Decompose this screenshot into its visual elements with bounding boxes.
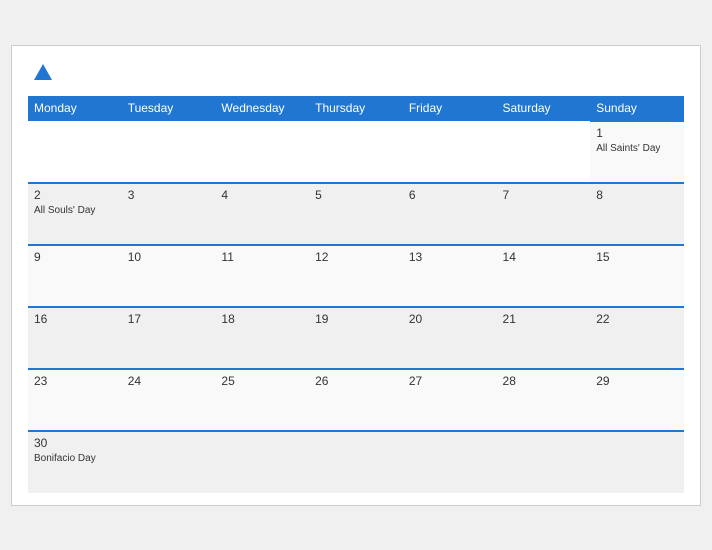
- day-number: 17: [128, 312, 210, 326]
- day-number: 23: [34, 374, 116, 388]
- day-number: 20: [409, 312, 491, 326]
- calendar-cell: [122, 121, 216, 183]
- calendar-cell: 30 Bonifacio Day: [28, 431, 122, 493]
- day-number: 18: [221, 312, 303, 326]
- calendar-grid: MondayTuesdayWednesdayThursdayFridaySatu…: [28, 96, 684, 493]
- weekday-header-saturday: Saturday: [497, 96, 591, 121]
- calendar-cell: [309, 431, 403, 493]
- weekday-header-row: MondayTuesdayWednesdayThursdayFridaySatu…: [28, 96, 684, 121]
- holiday-name: All Saints' Day: [596, 142, 678, 155]
- day-number: 24: [128, 374, 210, 388]
- day-number: 26: [315, 374, 397, 388]
- calendar-cell: 21: [497, 307, 591, 369]
- day-number: 30: [34, 436, 116, 450]
- calendar-cell: 16: [28, 307, 122, 369]
- calendar-cell: 2 All Souls' Day: [28, 183, 122, 245]
- day-number: 8: [596, 188, 678, 202]
- day-number: 1: [596, 126, 678, 140]
- calendar-cell: 14: [497, 245, 591, 307]
- calendar-container: MondayTuesdayWednesdayThursdayFridaySatu…: [11, 45, 701, 506]
- day-number: 9: [34, 250, 116, 264]
- day-number: 10: [128, 250, 210, 264]
- day-number: 3: [128, 188, 210, 202]
- calendar-cell: [403, 121, 497, 183]
- calendar-week-row: 30 Bonifacio Day: [28, 431, 684, 493]
- calendar-cell: 6: [403, 183, 497, 245]
- calendar-cell: [403, 431, 497, 493]
- day-number: 19: [315, 312, 397, 326]
- day-number: 16: [34, 312, 116, 326]
- weekday-header-wednesday: Wednesday: [215, 96, 309, 121]
- calendar-cell: 12: [309, 245, 403, 307]
- day-number: 25: [221, 374, 303, 388]
- logo-icon: [32, 62, 54, 84]
- calendar-cell: 26: [309, 369, 403, 431]
- logo: [28, 62, 54, 84]
- calendar-cell: 13: [403, 245, 497, 307]
- calendar-cell: [28, 121, 122, 183]
- calendar-cell: 9: [28, 245, 122, 307]
- calendar-cell: [309, 121, 403, 183]
- weekday-header-thursday: Thursday: [309, 96, 403, 121]
- calendar-cell: [590, 431, 684, 493]
- calendar-week-row: 16 17 18 19 20 21 22: [28, 307, 684, 369]
- calendar-cell: 19: [309, 307, 403, 369]
- calendar-cell: 23: [28, 369, 122, 431]
- holiday-name: Bonifacio Day: [34, 452, 116, 465]
- calendar-cell: 15: [590, 245, 684, 307]
- day-number: 4: [221, 188, 303, 202]
- calendar-cell: 7: [497, 183, 591, 245]
- calendar-cell: 10: [122, 245, 216, 307]
- day-number: 15: [596, 250, 678, 264]
- calendar-cell: 22: [590, 307, 684, 369]
- day-number: 13: [409, 250, 491, 264]
- weekday-header-sunday: Sunday: [590, 96, 684, 121]
- calendar-week-row: 2 All Souls' Day 345678: [28, 183, 684, 245]
- day-number: 22: [596, 312, 678, 326]
- calendar-cell: [215, 431, 309, 493]
- calendar-cell: 29: [590, 369, 684, 431]
- day-number: 21: [503, 312, 585, 326]
- calendar-header: [28, 62, 684, 84]
- day-number: 12: [315, 250, 397, 264]
- calendar-cell: 11: [215, 245, 309, 307]
- day-number: 27: [409, 374, 491, 388]
- weekday-header-tuesday: Tuesday: [122, 96, 216, 121]
- calendar-cell: 4: [215, 183, 309, 245]
- day-number: 7: [503, 188, 585, 202]
- calendar-cell: 18: [215, 307, 309, 369]
- calendar-week-row: 9 10 11 12 13 14 15: [28, 245, 684, 307]
- weekday-header-monday: Monday: [28, 96, 122, 121]
- calendar-cell: [497, 431, 591, 493]
- calendar-cell: 5: [309, 183, 403, 245]
- calendar-cell: 25: [215, 369, 309, 431]
- calendar-week-row: 1 All Saints' Day: [28, 121, 684, 183]
- calendar-cell: 20: [403, 307, 497, 369]
- day-number: 14: [503, 250, 585, 264]
- weekday-header-friday: Friday: [403, 96, 497, 121]
- day-number: 2: [34, 188, 116, 202]
- day-number: 5: [315, 188, 397, 202]
- calendar-cell: 8: [590, 183, 684, 245]
- calendar-cell: 28: [497, 369, 591, 431]
- calendar-cell: 17: [122, 307, 216, 369]
- calendar-cell: 1 All Saints' Day: [590, 121, 684, 183]
- calendar-cell: 3: [122, 183, 216, 245]
- calendar-cell: 24: [122, 369, 216, 431]
- calendar-week-row: 23 24 25 26 27 28 29: [28, 369, 684, 431]
- calendar-cell: 27: [403, 369, 497, 431]
- day-number: 29: [596, 374, 678, 388]
- day-number: 6: [409, 188, 491, 202]
- calendar-cell: [215, 121, 309, 183]
- day-number: 28: [503, 374, 585, 388]
- day-number: 11: [221, 250, 303, 264]
- holiday-name: All Souls' Day: [34, 204, 116, 217]
- calendar-cell: [122, 431, 216, 493]
- calendar-cell: [497, 121, 591, 183]
